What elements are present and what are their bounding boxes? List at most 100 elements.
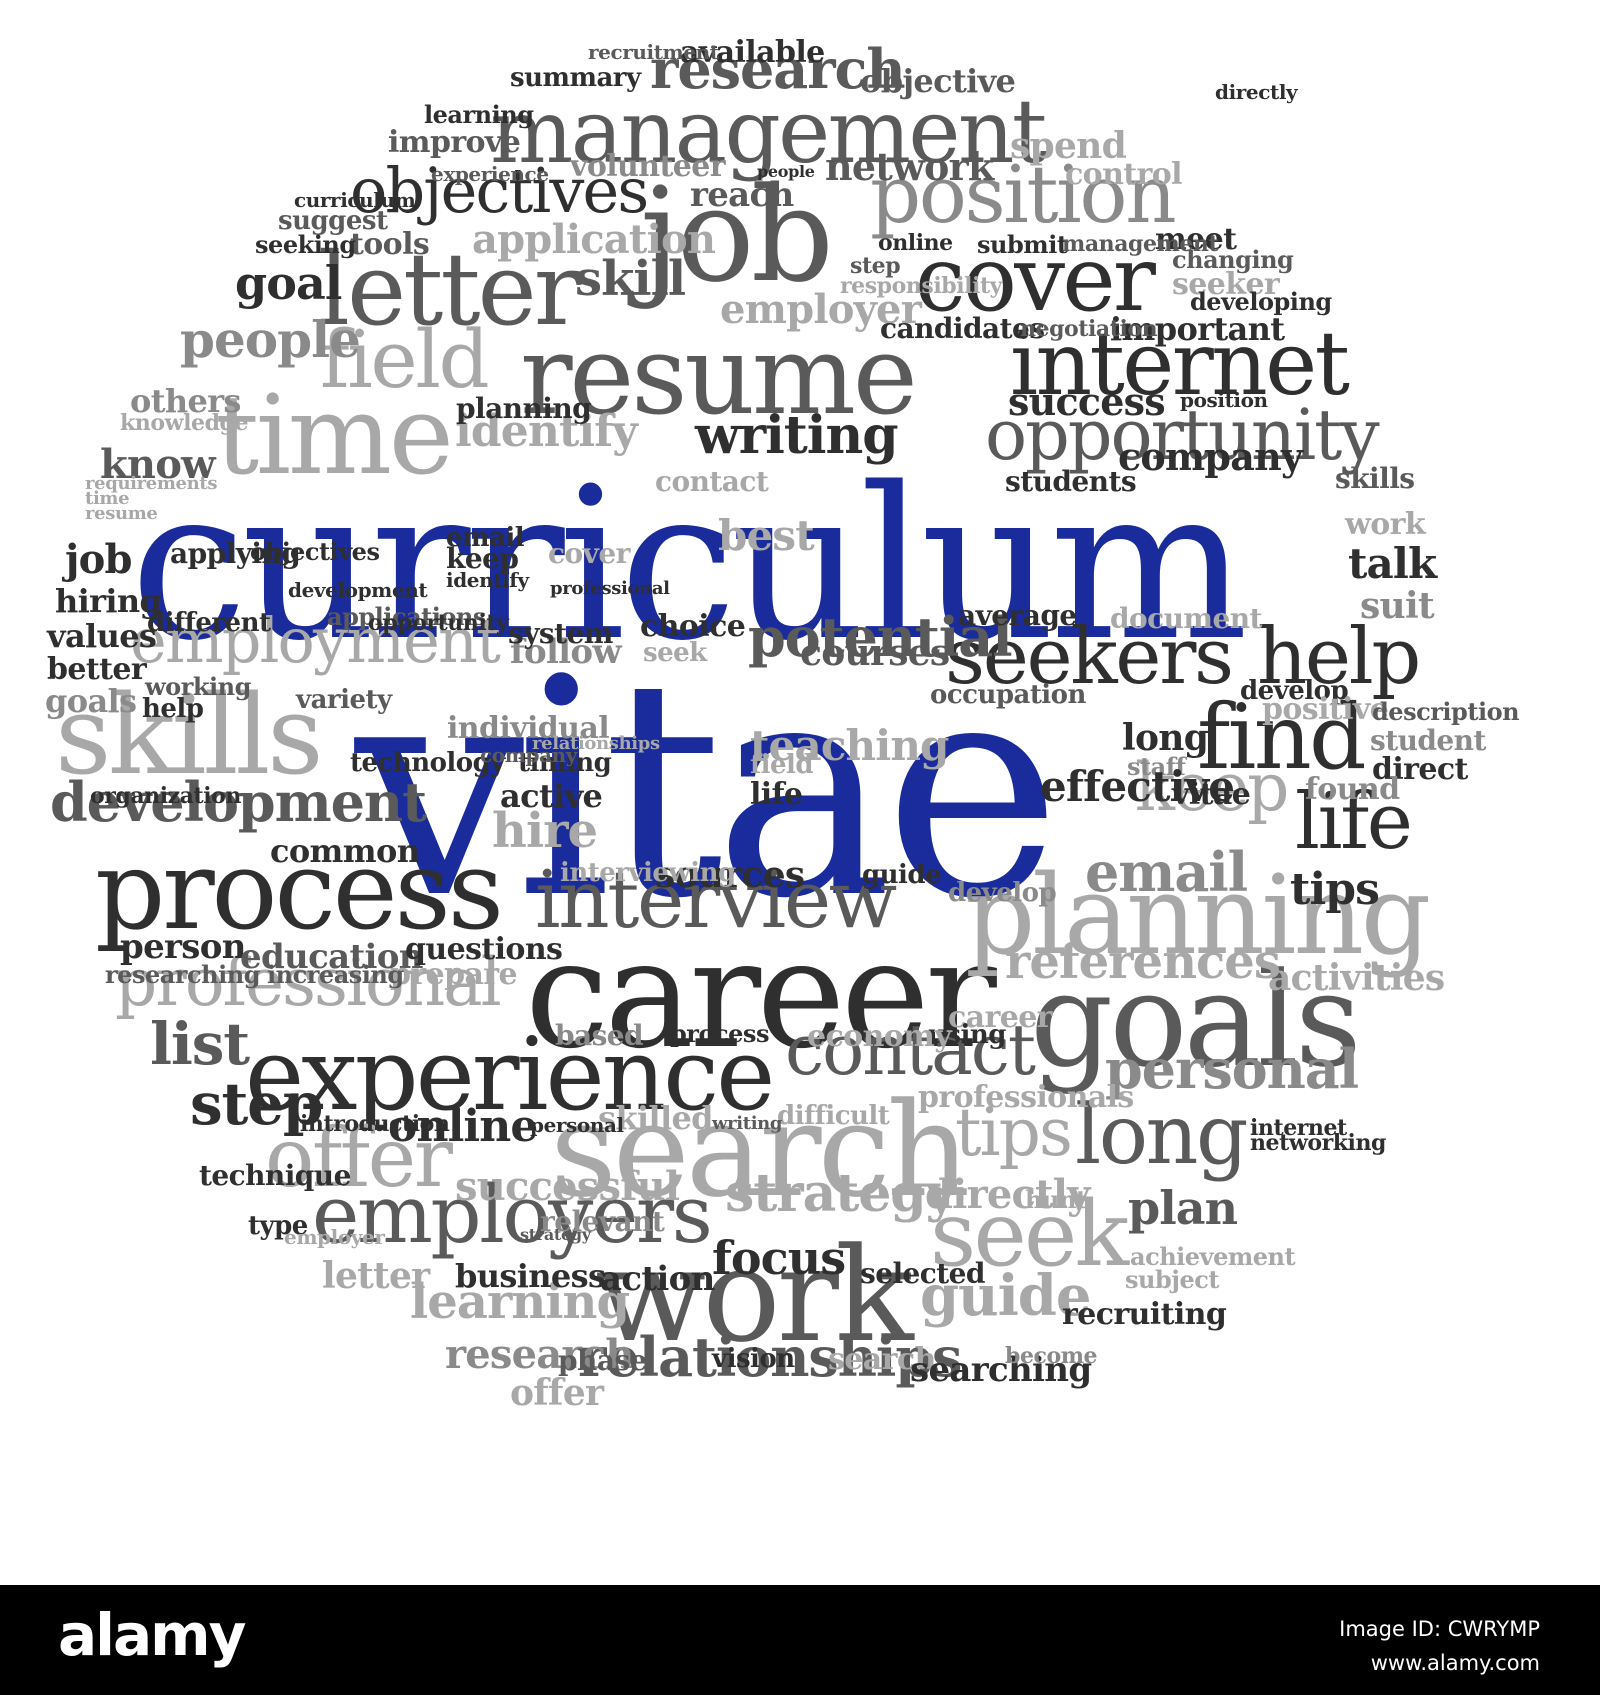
word-recruiting-160: recruiting xyxy=(1062,1297,1227,1332)
word-action-155: action xyxy=(600,1259,715,1299)
word-occupation-131: occupation xyxy=(930,680,1086,710)
word-help-115: help xyxy=(142,694,204,724)
word-success-60: success xyxy=(1008,379,1166,424)
word-identify-118: identify xyxy=(446,568,529,592)
word-curriculum-174: curriculum xyxy=(294,188,416,212)
word-learning-176: learning xyxy=(424,100,534,129)
word-focus-58: focus xyxy=(712,1231,846,1285)
word-based-144: based xyxy=(555,1019,644,1052)
word-resume-190: resume xyxy=(85,503,158,524)
word-personal-172: personal xyxy=(530,1113,624,1137)
word-variety-114: variety xyxy=(296,685,392,715)
word-hunt-168: hunt xyxy=(1025,1185,1087,1214)
alamy-logo: alamy xyxy=(58,1601,246,1669)
word-description-123: description xyxy=(1372,697,1520,726)
word-economy-146: economy xyxy=(807,1019,952,1054)
word-business-154: business xyxy=(455,1257,606,1295)
word-technique-151: technique xyxy=(199,1159,351,1192)
word-knowledge-95: knowledge xyxy=(120,410,249,436)
word-list-56: list xyxy=(150,1010,250,1078)
word-offer-166: offer xyxy=(510,1372,604,1414)
word-process-145: process xyxy=(670,1019,769,1048)
word-development-194: development xyxy=(288,578,428,602)
word-responsibility-183: responsibility xyxy=(840,273,1003,299)
word-life-135: life xyxy=(750,777,803,812)
watermark-banner: alamy Image ID: CWRYMP www.alamy.com xyxy=(0,1585,1600,1695)
word-found-130: found xyxy=(1305,772,1400,807)
word-become-167: become xyxy=(1005,1343,1098,1369)
word-system-112: system xyxy=(508,617,613,650)
word-common-71: common xyxy=(270,832,420,870)
word-successful-150: successful xyxy=(455,1163,680,1210)
word-tips-137: tips xyxy=(1290,864,1380,915)
word-prepare-75: prepare xyxy=(390,957,518,992)
word-suit-101: suit xyxy=(1360,585,1435,627)
word-submit-89: submit xyxy=(977,230,1068,259)
word-field-134: field xyxy=(750,750,814,780)
word-values-107: values xyxy=(47,617,157,655)
word-writing-44: writing xyxy=(695,405,899,466)
word-planning-186: planning xyxy=(456,392,592,425)
word-active-68: active xyxy=(500,777,603,815)
word-network-51: network xyxy=(825,144,994,189)
word-developing-93: developing xyxy=(1190,287,1332,316)
word-letter-153: letter xyxy=(322,1255,430,1297)
word-employer-197: employer xyxy=(284,1225,385,1249)
word-objective-80: objective xyxy=(860,62,1016,100)
word-hiring-106: hiring xyxy=(55,582,162,620)
word-control-82: control xyxy=(1065,157,1183,192)
word-researching-76: researching xyxy=(105,960,261,989)
image-id-label: Image ID: CWRYMP xyxy=(1339,1617,1540,1641)
word-seeking-88: seeking xyxy=(255,230,356,259)
word-better-108: better xyxy=(47,652,147,687)
word-recruitment-177: recruitment xyxy=(588,40,719,64)
word-goal-47: goal xyxy=(235,256,342,310)
word-introduction-171: introduction xyxy=(300,1111,450,1137)
word-skills-98: skills xyxy=(1335,462,1415,495)
word-student-125: student xyxy=(1370,724,1486,757)
word-phase-162: phase xyxy=(558,1344,647,1377)
word-opportunity-198: opportunity xyxy=(368,610,509,636)
word-person-72: person xyxy=(120,927,246,967)
word-cloud: curriculum vitae management resume job positi… xyxy=(0,0,1600,1585)
word-relationships-195: relationships xyxy=(532,733,660,754)
word-document-102: document xyxy=(1110,602,1262,635)
word-average-103: average xyxy=(958,599,1077,632)
word-reach-85: reach xyxy=(690,175,794,215)
word-best-64: best xyxy=(718,511,815,560)
word-goals-109: goals xyxy=(45,682,137,720)
word-experience-175: experience xyxy=(431,162,549,186)
word-interviewing-140: interviewing xyxy=(560,858,736,888)
word-seek-120: seek xyxy=(643,638,707,668)
word-improve-83: improve xyxy=(388,125,521,160)
word-management-181: management xyxy=(1062,231,1219,257)
word-long-124: long xyxy=(1122,717,1209,759)
word-different-110: different xyxy=(147,608,271,638)
word-plan-57: plan xyxy=(1128,1181,1238,1235)
word-professional-193: professional xyxy=(550,578,670,599)
site-url-label: www.alamy.com xyxy=(1370,1651,1540,1675)
word-develop-139: develop xyxy=(948,878,1057,908)
word-increasing-77: increasing xyxy=(267,960,404,989)
word-professionals-147: professionals xyxy=(918,1080,1134,1115)
word-summary-78: summary xyxy=(510,63,641,93)
word-people-46: people xyxy=(180,310,361,369)
word-strategy-196: strategy xyxy=(520,1225,591,1244)
word-activities-141: activities xyxy=(1268,957,1445,999)
word-negotiation-184: negotiation xyxy=(1020,316,1158,342)
word-directly-179: directly xyxy=(1215,80,1298,104)
word-job-104: job xyxy=(65,536,133,583)
word-positive-122: positive xyxy=(1262,692,1389,727)
word-guide-138: guide xyxy=(862,860,942,890)
word-position-185: position xyxy=(1180,388,1268,412)
word-work-99: work xyxy=(1345,507,1426,542)
word-application-49: application xyxy=(472,216,716,263)
word-people-178: people xyxy=(757,162,815,181)
word-vitae-129: vitae xyxy=(1172,777,1251,812)
word-email-32: email xyxy=(1085,840,1248,904)
word-difficult-149: difficult xyxy=(777,1101,890,1131)
word-online-180: online xyxy=(878,230,953,256)
word-students-97: students xyxy=(1005,465,1137,498)
word-vision-163: vision xyxy=(712,1344,795,1374)
word-strategy-39: strategy xyxy=(725,1163,956,1224)
